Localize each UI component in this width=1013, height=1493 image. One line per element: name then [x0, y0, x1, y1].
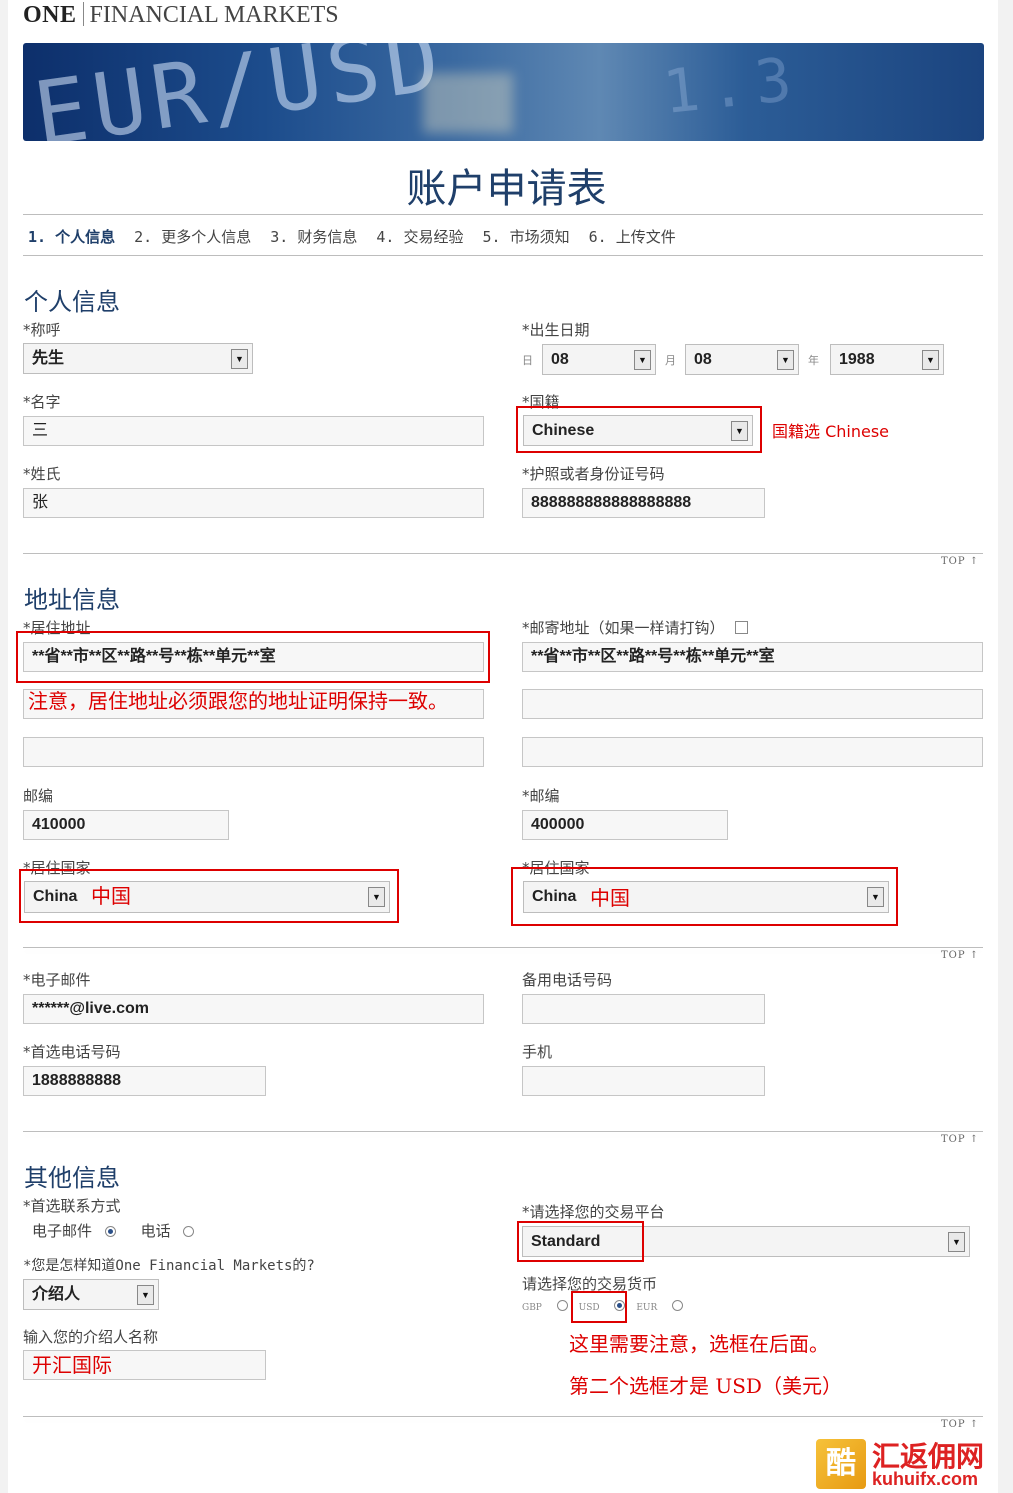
- arrow-up-icon: ↑: [969, 1134, 980, 1145]
- first-name-label: *名字: [23, 393, 61, 411]
- annotation-nationality: 国籍选 Chinese: [772, 422, 890, 441]
- alt-phone-label: 备用电话号码: [522, 971, 613, 989]
- arrow-up-icon: ↑: [969, 556, 980, 567]
- dob-year-label: 年: [808, 354, 819, 367]
- salutation-value: 先生: [32, 350, 65, 367]
- salutation-label: *称呼: [23, 321, 61, 339]
- banner-text-2: 1.3: [659, 43, 805, 129]
- mobile-field[interactable]: [522, 1066, 765, 1096]
- annotation-currency-2: 第二个选框才是 USD（美元）: [569, 1374, 842, 1398]
- brand-one: ONE: [23, 2, 77, 28]
- mobile-label: 手机: [522, 1043, 553, 1061]
- step-navigation: 1. 个人信息 2. 更多个人信息 3. 财务信息 4. 交易经验 5. 市场须…: [28, 226, 686, 247]
- section-heading-personal: 个人信息: [24, 288, 120, 316]
- section-heading-address: 地址信息: [24, 586, 120, 614]
- mailing-address-line3[interactable]: [522, 737, 983, 767]
- zip-left-field[interactable]: 410000: [23, 810, 229, 840]
- chevron-down-icon: ▼: [137, 1285, 154, 1305]
- referrer-label: 输入您的介绍人名称: [23, 1328, 159, 1346]
- last-name-label: *姓氏: [23, 465, 61, 483]
- banner-text: EUR/USD: [27, 43, 452, 141]
- zip-right-label: *邮编: [522, 787, 560, 805]
- email-label: *电子邮件: [23, 971, 91, 989]
- last-name-field[interactable]: 张: [23, 488, 484, 518]
- mailing-address-line2[interactable]: [522, 689, 983, 719]
- source-label: *您是怎样知道One Financial Markets的?: [23, 1258, 315, 1274]
- arrow-up-icon: ↑: [969, 1419, 980, 1430]
- step-3[interactable]: 3. 财务信息: [270, 228, 357, 246]
- dob-label: *出生日期: [522, 321, 590, 339]
- watermark: 酷 汇返佣网 kuhuifx.com: [814, 1435, 994, 1490]
- currency-eur-radio[interactable]: [672, 1300, 684, 1311]
- first-name-field[interactable]: 三: [23, 416, 484, 446]
- chevron-down-icon: ▼: [231, 349, 248, 369]
- contact-method-label: *首选联系方式: [23, 1197, 121, 1215]
- chevron-down-icon: ▼: [777, 350, 794, 370]
- watermark-logo: 酷: [816, 1439, 866, 1489]
- annotation-box-country-right: [511, 867, 898, 926]
- same-address-checkbox[interactable]: [735, 621, 749, 634]
- header-banner: EUR/USD 1.3: [23, 43, 984, 141]
- dob-month-label: 月: [665, 354, 676, 367]
- phone-field[interactable]: 1888888888: [23, 1066, 266, 1096]
- annotation-box-address: [16, 631, 490, 683]
- annotation-box-currency: [571, 1291, 627, 1323]
- chevron-down-icon: ▼: [948, 1232, 965, 1252]
- top-link[interactable]: TOP ↑: [941, 1419, 979, 1430]
- dob-day-select[interactable]: 08 ▼: [542, 344, 656, 375]
- dob-day-label: 日: [522, 354, 533, 367]
- step-6[interactable]: 6. 上传文件: [589, 228, 676, 246]
- zip-right-field[interactable]: 400000: [522, 810, 728, 840]
- step-4[interactable]: 4. 交易经验: [376, 228, 463, 246]
- page-title: 账户申请表: [406, 166, 607, 212]
- salutation-select[interactable]: 先生 ▼: [23, 343, 253, 374]
- passport-field[interactable]: 888888888888888888: [522, 488, 765, 518]
- zip-left-label: 邮编: [23, 787, 54, 805]
- section-heading-other: 其他信息: [24, 1164, 120, 1192]
- mailing-address-label: *邮寄地址（如果一样请打钩）: [522, 617, 749, 638]
- annotation-box-country-left: [19, 869, 399, 923]
- annotation-box-platform: [517, 1221, 644, 1262]
- top-link[interactable]: TOP ↑: [941, 556, 979, 567]
- currency-eur-label: EUR: [636, 1303, 658, 1313]
- dob-day-value: 08: [551, 351, 569, 368]
- source-select[interactable]: 介绍人 ▼: [23, 1279, 159, 1310]
- passport-label: *护照或者身份证号码: [522, 465, 665, 483]
- phone-label: *首选电话号码: [23, 1043, 121, 1061]
- contact-phone-label: 电话: [140, 1222, 171, 1240]
- annotation-currency-1: 这里需要注意，选框在后面。: [569, 1332, 829, 1356]
- annotation-address: 注意，居住地址必须跟您的地址证明保持一致。: [28, 689, 448, 713]
- brand-rest: FINANCIAL MARKETS: [89, 2, 339, 28]
- watermark-url: kuhuifx.com: [872, 1469, 979, 1489]
- source-value: 介绍人: [32, 1286, 81, 1303]
- top-link[interactable]: TOP ↑: [941, 950, 979, 961]
- annotation-box-nationality: [516, 406, 762, 453]
- dob-year-select[interactable]: 1988 ▼: [830, 344, 944, 375]
- email-field[interactable]: ******@live.com: [23, 994, 484, 1024]
- contact-email-label: 电子邮件: [32, 1222, 93, 1240]
- mailing-address-line1[interactable]: **省**市**区**路**号**栋**单元**室: [522, 642, 983, 672]
- currency-gbp-label: GBP: [522, 1303, 542, 1313]
- step-1[interactable]: 1. 个人信息: [28, 228, 115, 246]
- dob-month-select[interactable]: 08 ▼: [685, 344, 799, 375]
- dob-year-value: 1988: [839, 351, 875, 368]
- chevron-down-icon: ▼: [634, 350, 651, 370]
- residential-address-line3[interactable]: [23, 737, 484, 767]
- arrow-up-icon: ↑: [969, 950, 980, 961]
- platform-label: *请选择您的交易平台: [522, 1203, 665, 1221]
- chevron-down-icon: ▼: [922, 350, 939, 370]
- referrer-field[interactable]: 开汇国际: [23, 1350, 266, 1380]
- contact-email-radio[interactable]: [104, 1226, 116, 1237]
- dob-month-value: 08: [694, 351, 712, 368]
- contact-phone-radio[interactable]: [183, 1226, 195, 1237]
- step-5[interactable]: 5. 市场须知: [483, 228, 570, 246]
- contact-method-options: 电子邮件 电话: [32, 1220, 195, 1241]
- brand-logo: ONE FINANCIAL MARKETS: [23, 2, 339, 29]
- top-link[interactable]: TOP ↑: [941, 1134, 979, 1145]
- currency-gbp-radio[interactable]: [556, 1300, 568, 1311]
- alt-phone-field[interactable]: [522, 994, 765, 1024]
- step-2[interactable]: 2. 更多个人信息: [134, 228, 251, 246]
